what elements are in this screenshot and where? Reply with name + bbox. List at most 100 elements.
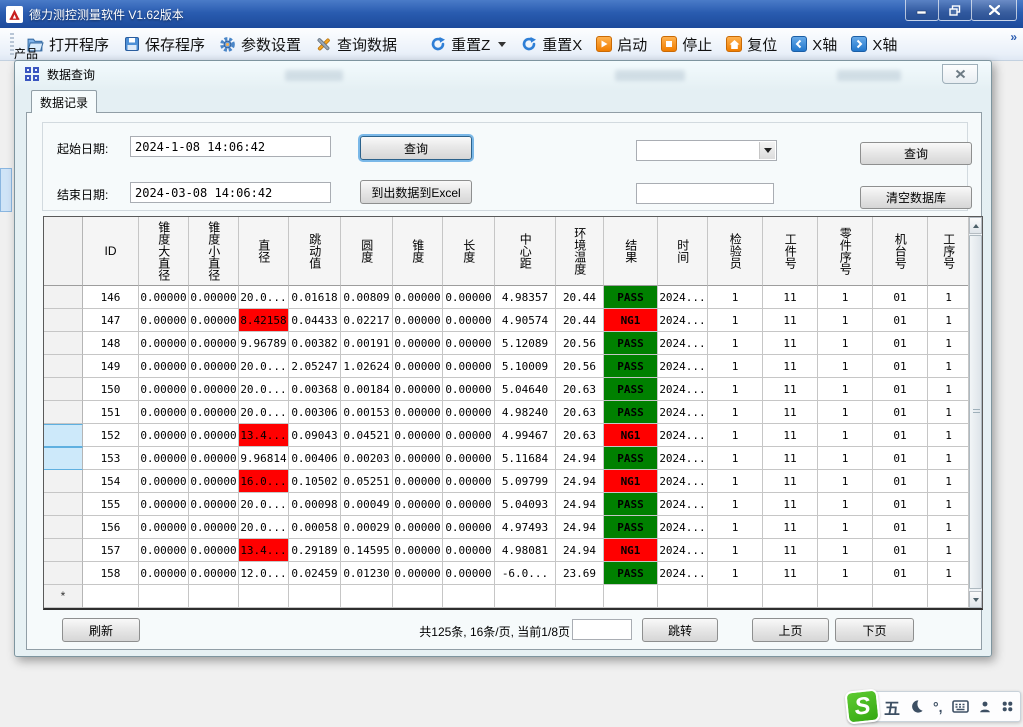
- next-page-button[interactable]: 下页: [835, 618, 914, 642]
- table-cell[interactable]: PASS: [604, 286, 658, 309]
- table-cell[interactable]: 01: [873, 309, 928, 332]
- tab-data-records[interactable]: 数据记录: [31, 90, 97, 113]
- table-cell[interactable]: 0.00000: [443, 470, 495, 493]
- dropdown-caret-icon[interactable]: [498, 42, 506, 47]
- column-header[interactable]: 锥度: [393, 217, 443, 286]
- table-cell[interactable]: 1: [928, 401, 970, 424]
- table-cell[interactable]: 01: [873, 447, 928, 470]
- table-cell[interactable]: 0.00000: [443, 562, 495, 585]
- table-cell[interactable]: 1: [708, 355, 763, 378]
- table-cell[interactable]: 1: [818, 332, 873, 355]
- table-cell[interactable]: 5.12089: [495, 332, 556, 355]
- table-cell[interactable]: NG1: [604, 309, 658, 332]
- column-header[interactable]: 检验员: [708, 217, 763, 286]
- toolbar-save-program-button[interactable]: 保存程序: [116, 31, 212, 58]
- row-selector[interactable]: [44, 309, 83, 332]
- clear-database-button[interactable]: 清空数据库: [860, 186, 972, 209]
- table-cell[interactable]: [556, 585, 604, 608]
- refresh-button[interactable]: 刷新: [62, 618, 140, 642]
- table-cell[interactable]: 1: [928, 378, 970, 401]
- table-cell[interactable]: 11: [763, 401, 818, 424]
- table-cell[interactable]: 0.00000: [393, 516, 443, 539]
- sogou-logo-icon[interactable]: S: [844, 688, 880, 724]
- table-cell[interactable]: 0.00000: [189, 493, 239, 516]
- table-cell[interactable]: 01: [873, 539, 928, 562]
- column-header[interactable]: 圆度: [341, 217, 393, 286]
- table-cell[interactable]: 5.11684: [495, 447, 556, 470]
- table-cell[interactable]: 0.00000: [139, 286, 189, 309]
- table-cell[interactable]: 0.01618: [289, 286, 341, 309]
- column-header[interactable]: 锥度大直径: [139, 217, 189, 286]
- table-cell[interactable]: 5.04640: [495, 378, 556, 401]
- table-cell[interactable]: 1: [708, 447, 763, 470]
- table-cell[interactable]: 1: [708, 562, 763, 585]
- table-cell[interactable]: 0.00000: [393, 401, 443, 424]
- keyboard-icon[interactable]: [952, 700, 969, 713]
- scroll-down-icon[interactable]: [969, 591, 982, 608]
- table-cell[interactable]: 0.00000: [189, 447, 239, 470]
- table-cell[interactable]: 01: [873, 516, 928, 539]
- table-cell[interactable]: PASS: [604, 355, 658, 378]
- punctuation-icon[interactable]: °,: [933, 699, 943, 715]
- table-cell[interactable]: [189, 585, 239, 608]
- table-cell[interactable]: 11: [763, 470, 818, 493]
- table-cell[interactable]: 0.00000: [393, 539, 443, 562]
- table-cell[interactable]: 1: [818, 493, 873, 516]
- table-cell[interactable]: 0.00000: [189, 516, 239, 539]
- table-cell[interactable]: 1: [818, 470, 873, 493]
- table-cell[interactable]: 2024...: [658, 516, 708, 539]
- table-cell[interactable]: 0.00000: [393, 493, 443, 516]
- table-cell[interactable]: 1: [708, 378, 763, 401]
- table-cell[interactable]: 11: [763, 516, 818, 539]
- row-selector[interactable]: [44, 470, 83, 493]
- table-cell[interactable]: 0.00000: [139, 470, 189, 493]
- table-cell[interactable]: 152: [83, 424, 139, 447]
- table-cell[interactable]: 4.98240: [495, 401, 556, 424]
- table-cell[interactable]: 0.00098: [289, 493, 341, 516]
- table-cell[interactable]: [658, 585, 708, 608]
- table-cell[interactable]: 20.63: [556, 401, 604, 424]
- table-cell[interactable]: 1: [818, 447, 873, 470]
- table-cell[interactable]: PASS: [604, 332, 658, 355]
- table-cell[interactable]: 0.02217: [341, 309, 393, 332]
- toolbar-stop-button[interactable]: 停止: [654, 31, 719, 58]
- query-button-right[interactable]: 查询: [860, 142, 972, 165]
- table-cell[interactable]: 155: [83, 493, 139, 516]
- column-header[interactable]: 长度: [443, 217, 495, 286]
- table-cell[interactable]: 0.00000: [443, 447, 495, 470]
- table-cell[interactable]: 0.00203: [341, 447, 393, 470]
- table-cell[interactable]: 0.00191: [341, 332, 393, 355]
- table-cell[interactable]: 20.44: [556, 286, 604, 309]
- table-cell[interactable]: 11: [763, 378, 818, 401]
- table-cell[interactable]: 13.4...: [239, 424, 289, 447]
- table-cell[interactable]: 5.09799: [495, 470, 556, 493]
- table-cell[interactable]: 1: [818, 562, 873, 585]
- table-cell[interactable]: 1: [818, 516, 873, 539]
- table-cell[interactable]: 0.00000: [139, 447, 189, 470]
- table-cell[interactable]: 0.00000: [443, 355, 495, 378]
- table-cell[interactable]: 0.00000: [393, 562, 443, 585]
- table-cell[interactable]: 2024...: [658, 401, 708, 424]
- column-header[interactable]: 工序号: [928, 217, 970, 286]
- table-cell[interactable]: [763, 585, 818, 608]
- table-cell[interactable]: 1: [708, 286, 763, 309]
- table-cell[interactable]: 1: [818, 401, 873, 424]
- table-cell[interactable]: 0.00000: [139, 539, 189, 562]
- table-cell[interactable]: 0.00153: [341, 401, 393, 424]
- table-cell[interactable]: 0.00000: [443, 424, 495, 447]
- column-header[interactable]: 锥度小直径: [189, 217, 239, 286]
- table-cell[interactable]: [604, 585, 658, 608]
- table-cell[interactable]: 0.00306: [289, 401, 341, 424]
- jump-page-input[interactable]: [572, 619, 632, 640]
- table-cell[interactable]: 0.00000: [443, 332, 495, 355]
- column-header[interactable]: ID: [83, 217, 139, 286]
- table-cell[interactable]: 147: [83, 309, 139, 332]
- table-cell[interactable]: NG1: [604, 539, 658, 562]
- table-cell[interactable]: 1: [928, 332, 970, 355]
- table-cell[interactable]: 1: [818, 286, 873, 309]
- table-cell[interactable]: 11: [763, 309, 818, 332]
- moon-icon[interactable]: [909, 699, 924, 714]
- table-cell[interactable]: 0.00000: [393, 355, 443, 378]
- table-cell[interactable]: 0.00000: [393, 309, 443, 332]
- toolbar-reset-z-button[interactable]: 重置Z: [422, 31, 513, 58]
